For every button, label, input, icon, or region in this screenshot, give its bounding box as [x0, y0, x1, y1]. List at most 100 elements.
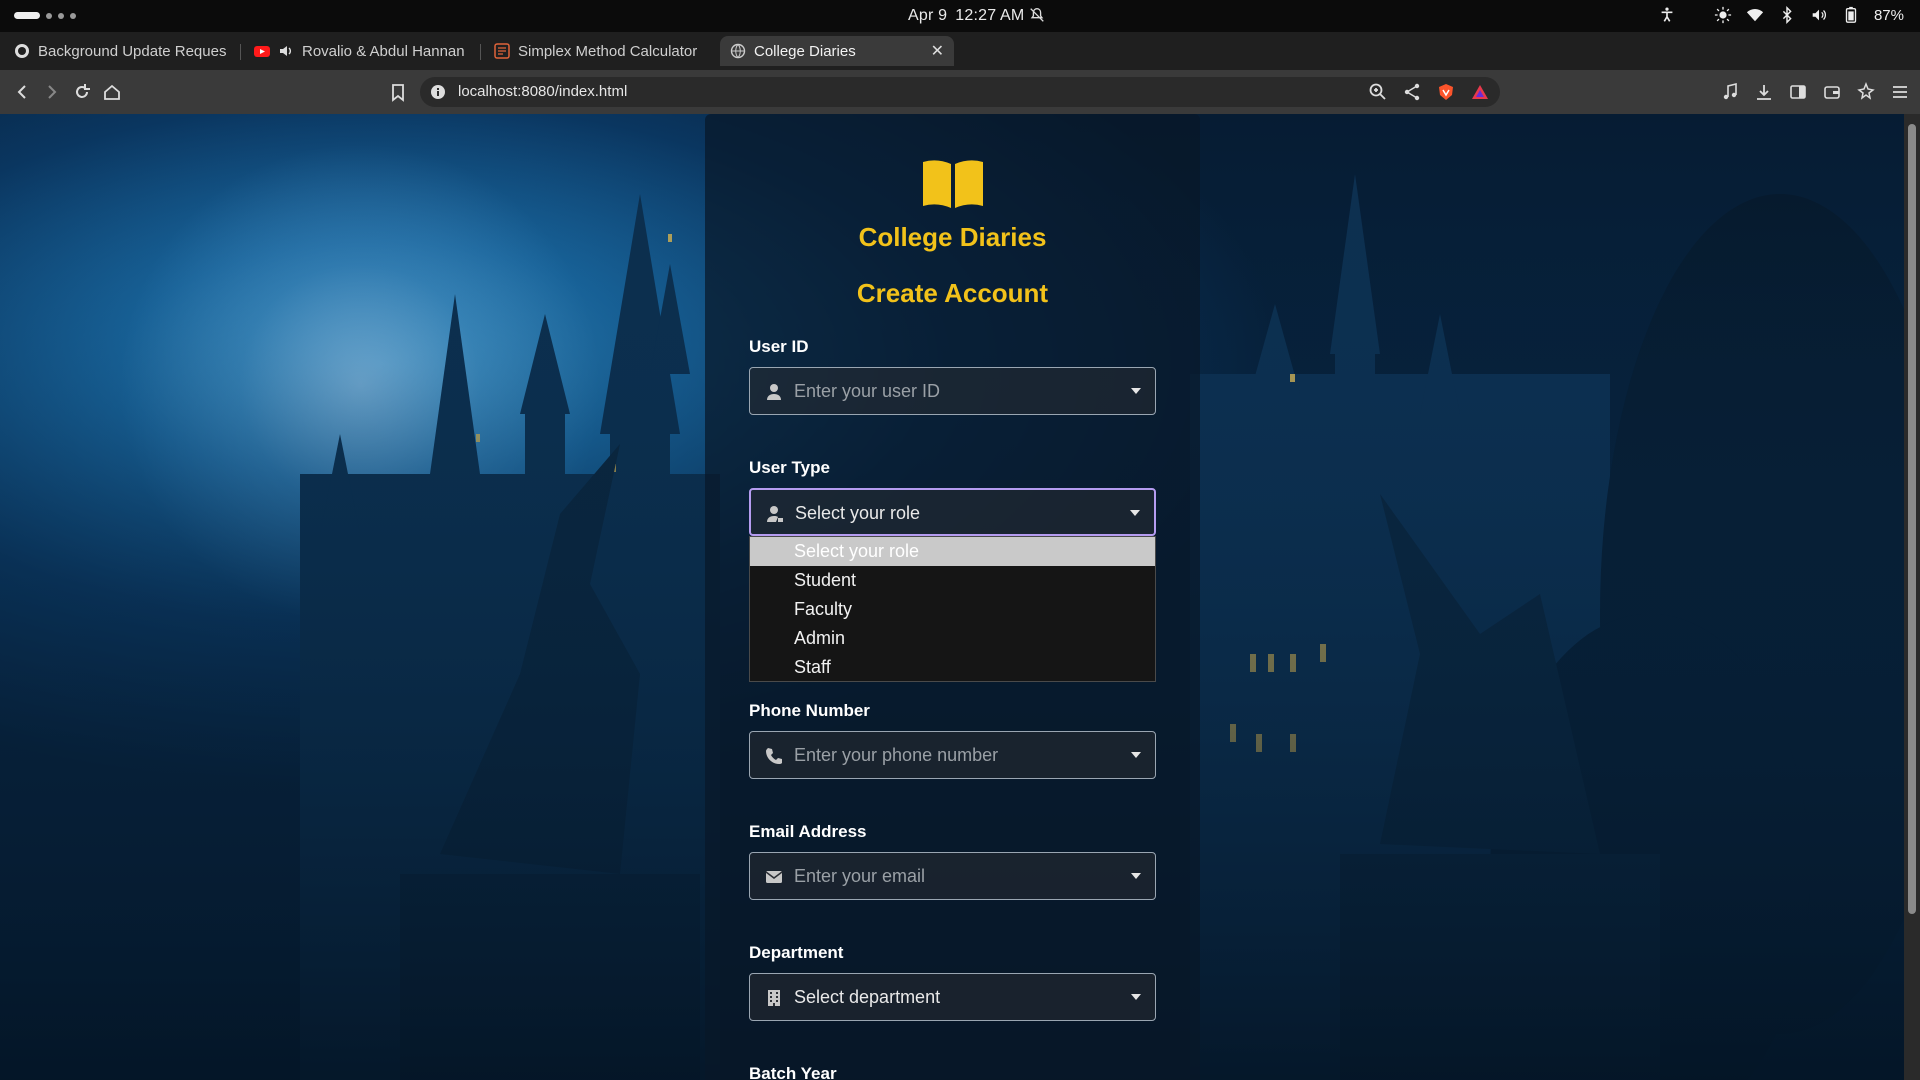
brand-title: College Diaries [858, 222, 1047, 252]
tab-college-diaries[interactable]: College Diaries ✕ [720, 36, 954, 66]
accessibility-icon [1661, 7, 1673, 22]
brightness-icon [1714, 6, 1732, 24]
workspace-dot [70, 12, 76, 19]
system-tray[interactable]: 87% [1658, 6, 1904, 24]
page-title: Create Account [856, 278, 1049, 308]
address-bar[interactable]: localhost:8080/index.html [420, 77, 1500, 107]
tab-divider [240, 44, 241, 60]
batch-year-label: Batch Year [749, 1064, 837, 1080]
battery-percentage: 87% [1873, 6, 1904, 24]
zoom-icon[interactable] [1368, 82, 1388, 102]
clock[interactable]: Apr 9 12:27 AM [908, 7, 1032, 25]
department-value: Select department [794, 987, 941, 1007]
sidebar-icon[interactable] [1788, 82, 1808, 102]
notifications-muted-icon [1030, 8, 1044, 22]
user-id-field[interactable]: Enter your user ID [749, 367, 1156, 415]
tab-title: Rovalio & Abdul Hannan [302, 42, 465, 60]
chevron-down-icon [1131, 752, 1141, 758]
user-id-label: User ID [749, 337, 809, 356]
forward-button[interactable] [42, 82, 62, 102]
role-option-placeholder[interactable]: Select your role [750, 537, 1155, 566]
volume-icon [1812, 9, 1826, 21]
home-icon [104, 84, 120, 100]
phone-label: Phone Number [749, 701, 870, 720]
email-placeholder: Enter your email [794, 866, 926, 886]
user-icon [767, 384, 781, 400]
downloads-icon[interactable] [1754, 82, 1774, 102]
role-option-student[interactable]: Student [750, 566, 1155, 595]
tab-title: College Diaries [754, 42, 856, 60]
share-icon[interactable] [1402, 82, 1422, 102]
reload-icon [76, 84, 90, 98]
tab-background-update[interactable]: Background Update Reques [4, 36, 236, 66]
clock-time: 12:27 AM [955, 7, 1025, 24]
page-scrollbar[interactable] [1904, 114, 1920, 1080]
role-option-admin[interactable]: Admin [750, 624, 1155, 653]
media-controls-icon[interactable] [1720, 82, 1740, 102]
workspace-indicator[interactable] [14, 12, 76, 19]
tab-rovalio[interactable]: Rovalio & Abdul Hannan [244, 36, 476, 66]
role-option-staff[interactable]: Staff [750, 653, 1155, 682]
battery-icon [1845, 6, 1857, 23]
bookmark-icon [392, 84, 404, 102]
calculator-site-icon [494, 43, 510, 59]
building-icon [768, 990, 780, 1006]
user-id-placeholder: Enter your user ID [794, 381, 941, 401]
workspace-dot [58, 12, 64, 19]
address-bar-actions [1368, 82, 1490, 102]
reload-button[interactable] [72, 82, 92, 102]
phone-placeholder: Enter your phone number [794, 745, 999, 765]
chevron-down-icon [1131, 873, 1141, 879]
tab-close-icon[interactable]: ✕ [931, 41, 944, 61]
url-text: localhost:8080/index.html [458, 83, 628, 100]
back-arrow-icon [17, 85, 26, 99]
tab-divider [480, 44, 481, 60]
department-select[interactable]: Select department [749, 973, 1156, 1021]
youtube-icon [254, 46, 270, 57]
chevron-down-icon [1130, 510, 1140, 516]
forward-arrow-icon [48, 85, 57, 99]
bookmark-button[interactable] [388, 82, 408, 102]
create-account-panel: College Diaries Create Account User ID E… [705, 114, 1200, 1080]
browser-extensions [1720, 82, 1910, 102]
open-book-icon [923, 160, 983, 208]
email-label: Email Address [749, 822, 867, 841]
workspace-dot [46, 12, 52, 19]
user-type-label: User Type [749, 458, 830, 477]
wallet-icon[interactable] [1822, 82, 1842, 102]
department-label: Department [749, 943, 844, 962]
wifi-icon [1746, 9, 1764, 22]
home-button[interactable] [102, 82, 122, 102]
brave-shields-icon[interactable] [1436, 82, 1456, 102]
browser-toolbar: localhost:8080/index.html [0, 70, 1920, 114]
tab-title: Simplex Method Calculator [518, 42, 698, 60]
user-tag-icon [767, 506, 783, 522]
tab-simplex-calculator[interactable]: Simplex Method Calculator [484, 36, 716, 66]
phone-field[interactable]: Enter your phone number [749, 731, 1156, 779]
browser-tab-strip: Background Update Reques Rovalio & Abdul… [0, 32, 1920, 92]
chevron-down-icon [1131, 994, 1141, 1000]
role-dropdown-list: Select your role Student Faculty Admin S… [749, 536, 1156, 682]
user-type-value: Select your role [795, 503, 921, 523]
chevron-down-icon [1131, 388, 1141, 394]
clock-date: Apr 9 [908, 7, 948, 24]
user-type-select[interactable]: Select your role [749, 488, 1156, 536]
site-info-icon[interactable] [430, 84, 446, 100]
active-workspace-dot [14, 12, 40, 19]
os-top-bar: Apr 9 12:27 AM 87% [0, 0, 1920, 32]
back-button[interactable] [12, 82, 32, 102]
leo-ai-icon[interactable] [1856, 82, 1876, 102]
phone-icon [766, 748, 782, 764]
menu-icon[interactable] [1890, 82, 1910, 102]
envelope-icon [765, 871, 783, 883]
brave-rewards-icon[interactable] [1470, 82, 1490, 102]
scrollbar-thumb[interactable] [1908, 124, 1916, 914]
page-viewport: College Diaries Create Account User ID E… [0, 114, 1904, 1080]
tab-title: Background Update Reques [38, 42, 227, 60]
globe-icon [730, 43, 746, 59]
role-option-faculty[interactable]: Faculty [750, 595, 1155, 624]
bluetooth-icon [1782, 6, 1792, 24]
email-field[interactable]: Enter your email [749, 852, 1156, 900]
audio-playing-icon[interactable] [278, 43, 294, 59]
github-icon [15, 44, 29, 58]
